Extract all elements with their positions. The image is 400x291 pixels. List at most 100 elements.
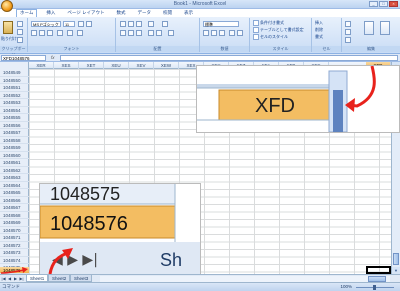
- row-header[interactable]: 1048573: [0, 249, 29, 257]
- cut-icon[interactable]: [17, 21, 23, 27]
- row-header[interactable]: 1048558: [0, 137, 29, 144]
- row-header[interactable]: 1048570: [0, 227, 29, 234]
- tab-data[interactable]: データ: [135, 9, 155, 17]
- orientation-icon[interactable]: [148, 21, 154, 27]
- row-header[interactable]: 1048568: [0, 212, 29, 219]
- zoom-level[interactable]: 100%: [340, 284, 352, 289]
- border-icon[interactable]: [57, 30, 63, 36]
- format-as-table-button[interactable]: テーブルとして書式設定: [253, 27, 304, 33]
- align-center-icon[interactable]: [128, 30, 134, 36]
- currency-icon[interactable]: [203, 30, 209, 36]
- column-header[interactable]: XEU: [104, 62, 129, 69]
- zoom-row-prev: 1048575: [50, 184, 120, 204]
- scroll-down-icon[interactable]: ▼: [392, 267, 400, 274]
- sheet-tab-sheet2[interactable]: Sheet2: [48, 275, 71, 282]
- align-right-icon[interactable]: [136, 30, 142, 36]
- tab-formulas[interactable]: 数式: [114, 9, 129, 17]
- select-all-corner[interactable]: [0, 62, 29, 69]
- sort-filter-icon[interactable]: [364, 21, 374, 35]
- delete-cells-button[interactable]: 削除: [315, 27, 323, 33]
- row-header[interactable]: 1048562: [0, 167, 29, 174]
- column-header[interactable]: XEW: [154, 62, 179, 69]
- maximize-button[interactable]: □: [379, 1, 388, 7]
- row-header[interactable]: 1048552: [0, 92, 29, 99]
- sheet-tab-sheet3[interactable]: Sheet3: [70, 275, 93, 282]
- row-header[interactable]: 1048554: [0, 107, 29, 114]
- active-cell[interactable]: [366, 266, 391, 274]
- name-box[interactable]: XFD1048576: [1, 55, 46, 61]
- row-header[interactable]: 1048569: [0, 219, 29, 227]
- align-left-icon[interactable]: [120, 30, 126, 36]
- row-header[interactable]: 1048553: [0, 99, 29, 107]
- decrease-decimal-icon[interactable]: [237, 30, 243, 36]
- minimize-button[interactable]: _: [369, 1, 378, 7]
- close-button[interactable]: ×: [389, 1, 398, 7]
- column-header[interactable]: XET: [79, 62, 104, 69]
- number-format-select[interactable]: 標準: [203, 21, 239, 27]
- comma-style-icon[interactable]: [219, 30, 225, 36]
- clear-icon[interactable]: [345, 37, 351, 43]
- paste-icon[interactable]: [3, 21, 13, 34]
- office-button[interactable]: [1, 0, 13, 12]
- group-label-styles: スタイル: [250, 46, 311, 52]
- formula-input[interactable]: [60, 55, 398, 61]
- tab-insert[interactable]: 挿入: [43, 9, 58, 17]
- row-header[interactable]: 1048559: [0, 144, 29, 152]
- tab-review[interactable]: 校閲: [160, 9, 175, 17]
- find-select-icon[interactable]: [380, 21, 390, 35]
- format-painter-icon[interactable]: [17, 37, 23, 43]
- row-header[interactable]: 1048561: [0, 159, 29, 167]
- bold-icon[interactable]: [31, 30, 37, 36]
- row-header[interactable]: 1048557: [0, 129, 29, 137]
- wrap-text-icon[interactable]: [162, 21, 168, 27]
- format-cells-button[interactable]: 書式: [315, 34, 323, 40]
- grow-font-icon[interactable]: [78, 21, 84, 27]
- vertical-scroll-thumb[interactable]: [393, 253, 399, 265]
- row-header[interactable]: 1048571: [0, 234, 29, 242]
- insert-cells-button[interactable]: 挿入: [315, 20, 323, 26]
- row-header[interactable]: 1048549: [0, 69, 29, 77]
- autosum-icon[interactable]: [345, 21, 351, 27]
- font-size-select[interactable]: 11: [63, 21, 75, 27]
- tab-home[interactable]: ホーム: [16, 9, 38, 17]
- row-header[interactable]: 1048550: [0, 77, 29, 84]
- row-header[interactable]: 1048563: [0, 174, 29, 182]
- column-header[interactable]: XES: [54, 62, 79, 69]
- percent-icon[interactable]: [211, 30, 217, 36]
- row-header[interactable]: 1048555: [0, 114, 29, 122]
- shrink-font-icon[interactable]: [86, 21, 92, 27]
- column-header[interactable]: XEV: [129, 62, 154, 69]
- fill-icon[interactable]: [345, 29, 351, 35]
- increase-decimal-icon[interactable]: [229, 30, 235, 36]
- row-header[interactable]: 1048560: [0, 152, 29, 159]
- row-header[interactable]: 1048556: [0, 122, 29, 129]
- cells-group: 挿入 削除 書式 セル: [312, 18, 342, 52]
- copy-icon[interactable]: [17, 29, 23, 35]
- row-header[interactable]: 1048567: [0, 204, 29, 212]
- align-middle-icon[interactable]: [128, 21, 134, 27]
- fill-color-icon[interactable]: [67, 30, 73, 36]
- font-color-icon[interactable]: [77, 30, 83, 36]
- merge-center-icon[interactable]: [168, 30, 174, 36]
- italic-icon[interactable]: [39, 30, 45, 36]
- row-header[interactable]: 1048566: [0, 197, 29, 204]
- cell-styles-button[interactable]: セルのスタイル: [253, 34, 288, 40]
- decrease-indent-icon[interactable]: [148, 30, 154, 36]
- insert-function-icon[interactable]: fx: [51, 55, 55, 60]
- align-top-icon[interactable]: [120, 21, 126, 27]
- row-header[interactable]: 1048551: [0, 84, 29, 92]
- row-header[interactable]: 1048564: [0, 182, 29, 189]
- paste-button-label[interactable]: 貼り付け: [1, 36, 17, 42]
- increase-indent-icon[interactable]: [156, 30, 162, 36]
- zoom-slider-knob[interactable]: [373, 285, 376, 290]
- align-bottom-icon[interactable]: [136, 21, 142, 27]
- conditional-formatting-button[interactable]: 条件付き書式: [253, 20, 284, 26]
- tab-page-layout[interactable]: ページ レイアウト: [64, 9, 107, 17]
- sheet-tab-sheet1[interactable]: Sheet1: [26, 275, 49, 282]
- underline-icon[interactable]: [47, 30, 53, 36]
- column-header[interactable]: XER: [29, 62, 54, 69]
- font-name-select[interactable]: MS Pゴシック: [31, 21, 61, 27]
- tab-view[interactable]: 表示: [181, 9, 196, 17]
- row-header[interactable]: 1048572: [0, 242, 29, 249]
- row-header[interactable]: 1048565: [0, 189, 29, 197]
